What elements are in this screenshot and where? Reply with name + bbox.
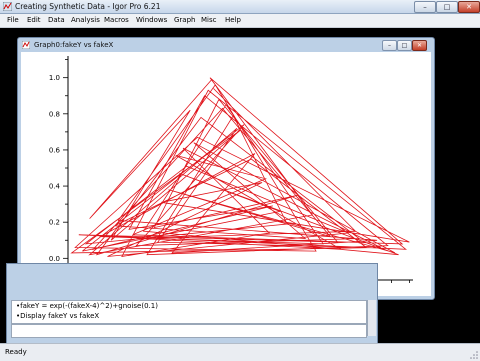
menu-graph[interactable]: Graph	[174, 16, 195, 24]
history-line-2: •Display fakeY vs fakeX	[16, 312, 100, 320]
graph-close-button[interactable]: ✕	[412, 40, 427, 51]
igor-app-icon	[3, 2, 12, 11]
graph-window[interactable]: Graph0:fakeY vs fakeX – □ ✕ 024680.00.20…	[17, 37, 435, 300]
app-title-bar: Creating Synthetic Data - Igor Pro 6.21 …	[0, 0, 480, 14]
command-history[interactable]: •fakeY = exp(-(fakeX-4)^2)+gnoise(0.1) •…	[11, 300, 367, 324]
plot-area[interactable]: 024680.00.20.40.60.81.0	[21, 52, 431, 296]
menu-edit[interactable]: Edit	[27, 16, 41, 24]
y-tick-label: 0.6	[49, 146, 61, 154]
graph-minimize-button[interactable]: –	[382, 40, 397, 51]
menu-misc[interactable]: Misc	[201, 16, 216, 24]
history-line-1: •fakeY = exp(-(fakeX-4)^2)+gnoise(0.1)	[16, 302, 158, 310]
command-entry-field[interactable]	[11, 324, 367, 338]
y-tick-label: 0.4	[49, 183, 61, 191]
resize-grip-icon[interactable]	[470, 351, 478, 359]
graph-icon	[22, 41, 30, 49]
maximize-button[interactable]: □	[436, 1, 458, 13]
command-window[interactable]: •fakeY = exp(-(fakeX-4)^2)+gnoise(0.1) •…	[6, 263, 378, 345]
app-title: Creating Synthetic Data - Igor Pro 6.21	[15, 2, 161, 11]
menu-analysis[interactable]: Analysis	[71, 16, 100, 24]
close-button[interactable]: ✕	[458, 1, 480, 13]
series-line-1	[70, 77, 410, 258]
status-bar: Ready	[0, 343, 480, 361]
menu-help[interactable]: Help	[225, 16, 241, 24]
y-tick-label: 1.0	[49, 74, 60, 82]
y-tick-label: 0.8	[49, 110, 60, 118]
y-tick-label: 0.2	[49, 219, 60, 227]
menu-bar: File Edit Data Analysis Macros Windows G…	[0, 14, 480, 28]
command-scrollbar[interactable]	[367, 300, 376, 336]
graph-title: Graph0:fakeY vs fakeX	[34, 41, 114, 49]
minimize-button[interactable]: –	[414, 1, 436, 13]
graph-maximize-button[interactable]: □	[397, 40, 412, 51]
y-tick-label: 0.0	[49, 255, 60, 263]
menu-file[interactable]: File	[7, 16, 19, 24]
menu-windows[interactable]: Windows	[136, 16, 167, 24]
status-text: Ready	[5, 348, 27, 356]
menu-data[interactable]: Data	[48, 16, 65, 24]
graph-title-bar[interactable]: Graph0:fakeY vs fakeX – □ ✕	[22, 39, 430, 51]
menu-macros[interactable]: Macros	[104, 16, 129, 24]
line-chart[interactable]: 024680.00.20.40.60.81.0	[21, 52, 431, 296]
